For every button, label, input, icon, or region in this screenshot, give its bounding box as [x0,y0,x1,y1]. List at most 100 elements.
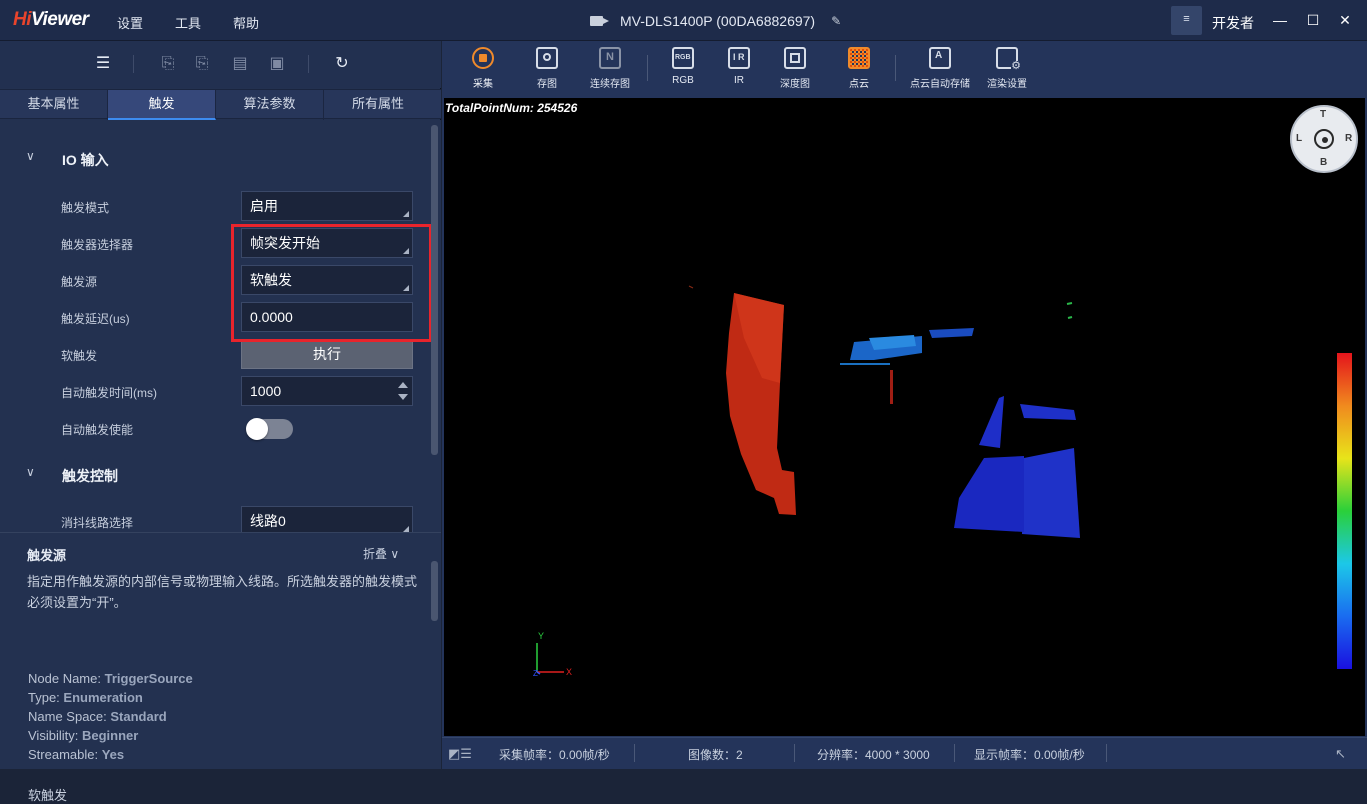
meta-value: Yes [101,747,125,762]
trigger-source-select[interactable]: 软触发 [241,265,413,295]
description-scrollbar[interactable] [431,561,438,621]
group-io-input[interactable]: ∨ IO 输入 [0,146,430,172]
ir-icon: I R [728,47,750,69]
pin-icon[interactable]: ✎ [831,14,841,28]
auto-trigger-time-spinbox[interactable]: 1000 [241,376,413,406]
prop-trigger-source: 触发源 软触发 [0,265,430,296]
compass-bottom[interactable]: B [1320,157,1327,168]
user-role[interactable]: 开发者 [1212,13,1254,33]
divider [1106,744,1107,762]
menu-settings[interactable]: 设置 [117,13,143,32]
group-title: IO 输入 [62,152,109,168]
prop-trigger-mode: 触发模式 启用 [0,191,430,222]
meta-label: Name Space: [28,709,107,724]
prop-label: 触发器选择器 [61,238,134,252]
capture-button[interactable]: 采集 [468,47,498,95]
title-bar: HiViewer 设置 工具 帮助 MV-DLS1400P (00DA68826… [0,0,1367,41]
dropdown-corner-icon [403,211,409,217]
point-cloud-viewport[interactable]: TotalPointNum: 254526 Y X Z T L R B [444,98,1365,736]
depth-button[interactable]: 深度图 [780,47,810,95]
chevron-down-icon: ∨ [390,547,400,561]
continuous-save-icon: N [599,47,621,69]
refresh-icon[interactable]: ↻ [331,54,353,74]
property-scrollbar[interactable] [431,125,438,455]
menu-tools[interactable]: 工具 [175,13,201,32]
chevron-down-icon: ∨ [26,465,35,479]
meta-node-name: Node Name: TriggerSource [28,671,193,686]
prop-label: 自动触发时间(ms) [61,386,157,400]
save-icon[interactable]: ▣ [266,54,288,74]
tab-trigger[interactable]: 触发 [108,90,216,120]
layout-icon[interactable]: ◩☰ [448,746,472,762]
continuous-save-label: 连续存图 [590,79,630,90]
auto-trigger-toggle[interactable] [246,418,293,440]
tab-algorithm[interactable]: 算法参数 [216,90,324,120]
select-value: 启用 [250,198,278,214]
save-image-button[interactable]: 存图 [532,47,562,95]
divider [647,55,648,81]
view-compass[interactable]: T L R B [1290,105,1358,173]
point-cloud-button[interactable]: 点云 [844,47,874,95]
debounce-line-select[interactable]: 线路0 [241,506,413,532]
execute-button[interactable]: 执行 [241,339,413,369]
capture-fps: 采集帧率：0.00帧/秒 [499,748,610,762]
save-image-label: 存图 [537,79,557,90]
device-title-area: MV-DLS1400P (00DA6882697) ✎ [590,12,841,30]
meta-value: Beginner [81,728,139,743]
maximize-icon[interactable]: ☐ [1304,11,1322,29]
far-object-main [1022,448,1080,538]
chevron-down-icon: ∨ [26,149,35,163]
expand-icon[interactable]: ↖ [1335,746,1346,762]
tab-all[interactable]: 所有属性 [324,90,432,120]
group-trigger-control[interactable]: ∨ 触发控制 [0,462,430,488]
compass-left[interactable]: L [1296,133,1302,144]
prop-label: 触发延迟(us) [61,312,130,326]
prop-auto-trigger-time: 自动触发时间(ms) 1000 [0,376,430,407]
pc-auto-save-button[interactable]: A 点云自动存储 [910,47,970,95]
continuous-save-button[interactable]: N 连续存图 [588,47,632,95]
arrow-down-icon[interactable] [398,394,408,400]
meta-value: TriggerSource [104,671,193,686]
divider [794,744,795,762]
meta-name-space: Name Space: Standard [28,709,167,724]
list-icon[interactable]: ☰ [92,54,114,74]
tab-basic[interactable]: 基本属性 [0,90,108,120]
minimize-icon[interactable]: — [1271,11,1289,29]
user-menu-button[interactable]: ≡ [1171,6,1202,35]
far-object-top [1020,404,1076,420]
compass-center[interactable] [1322,137,1328,143]
prop-label: 自动触发使能 [61,423,134,437]
dropdown-corner-icon [403,285,409,291]
ir-button[interactable]: I R IR [724,47,754,95]
mid-object-fragment [929,328,974,338]
meta-type: Type: Enumeration [28,690,143,705]
description-text: 指定用作触发源的内部信号或物理输入线路。所选触发器的触发模式必须设置为“开”。 [27,574,418,610]
menu-help[interactable]: 帮助 [233,13,259,32]
trigger-delay-input[interactable]: 0.0000 [241,302,413,332]
render-settings-button[interactable]: ⚙ 渲染设置 [986,47,1028,95]
menu-icon: ≡ [1183,13,1190,25]
close-icon[interactable]: ✕ [1336,11,1354,29]
far-object-strip [979,396,1004,448]
collapse-button[interactable]: 折叠 ∨ [363,545,399,562]
trigger-mode-select[interactable]: 启用 [241,191,413,221]
prop-software-trigger: 软触发 执行 [0,339,430,370]
spinner-arrows[interactable] [398,381,408,403]
document-icon[interactable]: ▤ [229,54,251,74]
arrow-up-icon[interactable] [398,382,408,388]
input-value: 1000 [250,383,282,399]
rgb-button[interactable]: RGB RGB [668,47,698,95]
floppy-icon: A [929,47,951,69]
trigger-selector-select[interactable]: 帧突发开始 [241,228,413,258]
point-cloud-render: Y X Z [533,285,1080,678]
export-icon[interactable]: ⎘ [191,54,213,74]
prop-label: 软触发 [61,349,98,363]
meta-value: Enumeration [63,690,143,705]
meta-visibility: Visibility: Beginner [28,728,138,743]
y-axis-label: Y [538,631,544,641]
rgb-label: RGB [672,75,694,86]
import-icon[interactable]: ⎘ [157,54,179,74]
select-value: 帧突发开始 [250,235,320,251]
compass-right[interactable]: R [1345,133,1352,144]
compass-top[interactable]: T [1320,109,1326,120]
